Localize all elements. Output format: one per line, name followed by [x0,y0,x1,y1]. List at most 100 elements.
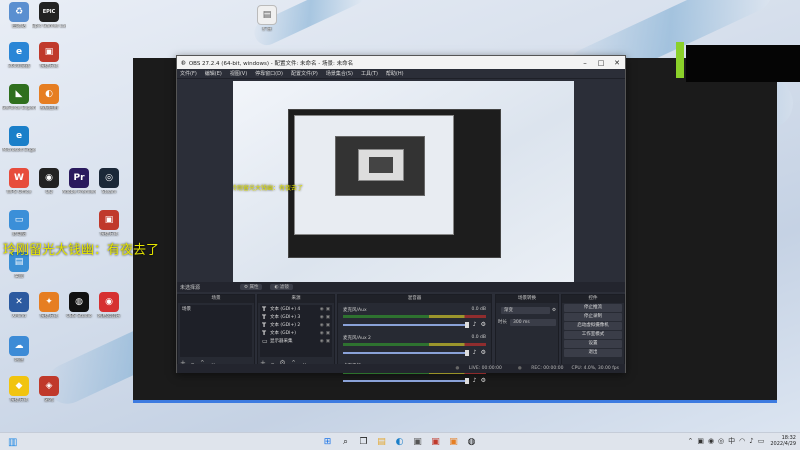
desktop-icon-recycle[interactable]: ♻ 回收站 [2,2,36,29]
menu-profile[interactable]: 配置文件(P) [291,70,318,77]
volume-slider[interactable] [343,349,469,356]
control-button-2[interactable]: 启动虚拟摄像机 [564,322,622,330]
wifi-icon[interactable]: ◠ [739,437,745,445]
desktop-icon-game[interactable]: ◈ 游戏 [32,376,66,403]
controls-dock: 控件 停止推流 停止录制 启动虚拟摄像机 工作室模式 设置 退出 [561,294,625,370]
desktop-icon-dl[interactable]: ▣ 快捷方式 [32,42,66,69]
desktop-icon-wps[interactable]: W WPS Office [2,168,36,195]
desktop-icon-colorapp[interactable]: ◐ 系统应用 [32,84,66,111]
desktop-icon-edge[interactable]: e Microsoft Edge [2,126,36,153]
eye-icon[interactable]: ◉ [320,323,324,328]
eye-icon[interactable]: ◉ [320,307,324,312]
volume-slider[interactable] [343,321,469,328]
task-view-icon[interactable]: ❐ [356,435,371,449]
edge-icon[interactable]: ◐ [392,435,407,449]
desktop-icon-geforce[interactable]: ◣ GeForce Experience [2,84,36,111]
desktop-icon-xmind[interactable]: ✕ XMind [2,292,36,319]
source-item[interactable]: T 文本 (GDI+) 4 ◉ ▣ [260,305,332,313]
gear-icon[interactable]: ⚙ [481,349,486,356]
eye-icon[interactable]: ◉ [320,331,324,336]
menu-file[interactable]: 文件(F) [180,70,197,77]
lock-icon[interactable]: ▣ [326,339,330,344]
tray-app-icon[interactable]: ▣ [697,437,704,445]
sources-list[interactable]: T 文本 (GDI+) 4 ◉ ▣ T 文本 (GDI+) 3 ◉ ▣ T 文本 (GDI+) 2… [260,305,332,357]
menu-tools[interactable]: 工具(T) [361,70,378,77]
menu-help[interactable]: 帮助(H) [386,70,404,77]
ime-icon[interactable]: 中 [728,436,735,446]
control-button-0[interactable]: 停止推流 [564,304,622,312]
properties-button[interactable]: ⚙ 属性 [240,284,263,290]
desktop-icon-qq[interactable]: ◉ QQ [32,168,66,195]
menu-docks[interactable]: 停靠窗口(D) [255,70,283,77]
speaker-icon[interactable]: ♪ [473,349,477,356]
desktop-icon-yellow[interactable]: ◆ 快捷方式 [2,376,36,403]
transition-select[interactable]: 渐变 [501,306,550,314]
lock-icon[interactable]: ▣ [326,323,330,328]
control-button-1[interactable]: 停止录制 [564,313,622,321]
lock-icon[interactable]: ▣ [326,315,330,320]
menu-view[interactable]: 视图(V) [230,70,247,77]
tray-app3-icon[interactable]: ◎ [718,437,724,445]
menu-edit[interactable]: 编辑(E) [205,70,222,77]
transition-gear-icon[interactable]: ⚙ [552,308,556,313]
eye-icon[interactable]: ◉ [320,339,324,344]
obs-titlebar[interactable]: ◍ OBS 27.2.4 (64-bit, windows) - 配置文件: 未… [177,56,625,69]
search-icon[interactable]: ⌕ [338,435,353,449]
scenes-list[interactable]: 场景 [180,305,252,357]
volume-knob[interactable] [464,349,469,356]
source-item[interactable]: T 文本 (GDI+) ◉ ▣ [260,329,332,337]
app-icon[interactable]: ▣ [428,435,443,449]
maximize-button[interactable]: □ [593,59,609,67]
volume-knob[interactable] [464,377,469,384]
pc-icon: ▭ [9,210,29,230]
desktop-icon-pc[interactable]: ▭ 此电脑 [2,210,36,237]
scene-item[interactable]: 场景 [180,305,252,313]
store-icon[interactable]: ▣ [410,435,425,449]
duration-label: 时长 [498,320,507,325]
source-item[interactable]: T 文本 (GDI+) 3 ◉ ▣ [260,313,332,321]
start-icon[interactable]: ⊞ [320,435,335,449]
menu-scene-collection[interactable]: 场景集合(S) [326,70,353,77]
volume-icon[interactable]: ♪ [749,437,753,445]
source-item[interactable]: T 文本 (GDI+) 2 ◉ ▣ [260,321,332,329]
file-explorer-icon[interactable]: ▤ [374,435,389,449]
channel-db: 0.0 dB [471,307,486,312]
control-button-4[interactable]: 设置 [564,340,622,348]
desktop-icon-fox[interactable]: ✦ 快捷方式 [32,292,66,319]
app2-icon[interactable]: ▣ [446,435,461,449]
battery-icon[interactable]: ▭ [758,437,765,445]
obs-taskbar-icon[interactable]: ◍ [464,435,479,449]
speaker-icon[interactable]: ♪ [473,321,477,328]
volume-slider[interactable] [343,377,469,384]
desktop-icon-cloud[interactable]: ☁ 网盘 [2,336,36,363]
desktop-icon-premiere[interactable]: Pr Adobe Premiere [62,168,96,195]
chevron-up-icon[interactable]: ⌃ [687,437,693,445]
control-button-5[interactable]: 退出 [564,349,622,357]
tray-app2-icon[interactable]: ◉ [708,437,714,445]
ie-icon: e [9,42,29,62]
gear-icon[interactable]: ⚙ [481,377,486,384]
minimize-button[interactable]: – [577,59,593,67]
gear-icon[interactable]: ⚙ [481,321,486,328]
clock[interactable]: 18:32 2022/4/29 [770,435,796,447]
obs-window[interactable]: ◍ OBS 27.2.4 (64-bit, windows) - 配置文件: 未… [176,55,626,384]
lock-icon[interactable]: ▣ [326,307,330,312]
lock-icon[interactable]: ▣ [326,331,330,336]
desktop-icon-app2[interactable]: ▣ 快捷方式 [92,210,126,237]
desktop-icon-steam[interactable]: ◎ Steam [92,168,126,195]
desktop-icon-obs[interactable]: ◍ OBS Studio [62,292,96,319]
filters-button[interactable]: ◐ 滤镜 [270,284,293,290]
volume-knob[interactable] [464,321,469,328]
speaker-icon[interactable]: ♪ [473,377,477,384]
desktop-icon-ie[interactable]: e 360浏览器 [2,42,36,69]
desktop-icon-netease[interactable]: ◉ 网易云音乐 [92,292,126,319]
volume-meter [343,315,486,318]
close-button[interactable]: ✕ [609,59,625,67]
desktop-icon-top[interactable]: ▤ 扩展 [250,5,284,32]
duration-input[interactable]: 300 ms [510,318,556,326]
widgets-icon[interactable]: ▥ [8,437,17,448]
desktop-icon-epic[interactable]: EPIC Epic Games Launcher [32,2,66,29]
control-button-3[interactable]: 工作室模式 [564,331,622,339]
source-item[interactable]: ▭ 显示器采集 ◉ ▣ [260,337,332,345]
eye-icon[interactable]: ◉ [320,315,324,320]
